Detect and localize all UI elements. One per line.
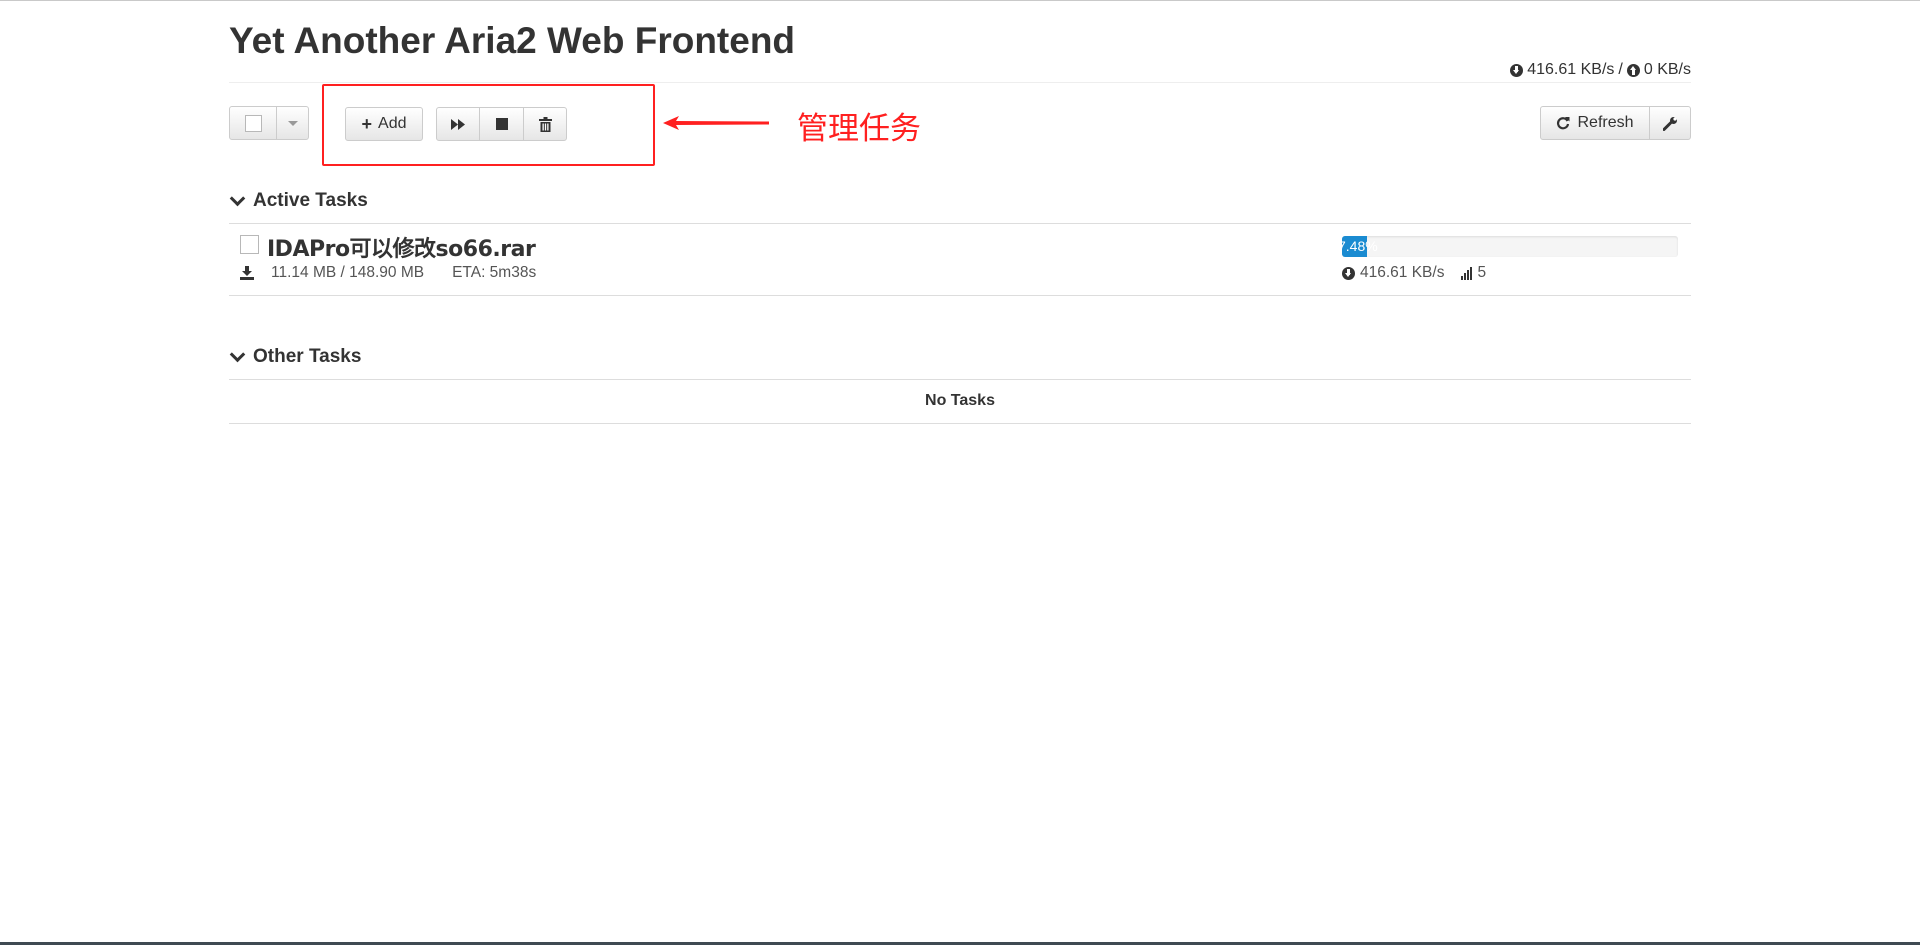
divider: [229, 295, 1691, 296]
global-upload-speed: 0 KB/s: [1643, 61, 1691, 78]
caret-down-icon: [287, 120, 298, 126]
refresh-icon: [1557, 117, 1570, 130]
signal-icon: [1461, 266, 1473, 280]
download-speed-icon: [1510, 63, 1524, 77]
divider: [229, 423, 1691, 424]
other-tasks-heading[interactable]: Other Tasks: [229, 346, 361, 368]
global-download-speed: 416.61 KB/s: [1527, 61, 1615, 78]
task-name: IDAPro可以修改so66.rar: [267, 237, 536, 262]
select-all-dropdown[interactable]: [229, 106, 309, 140]
task-progress-bar: 7.48%: [1342, 236, 1678, 257]
select-menu-toggle[interactable]: [277, 107, 308, 139]
page-header: Yet Another Aria2 Web Frontend 416.61 KB…: [229, 0, 1691, 83]
select-all-checkbox[interactable]: [244, 114, 262, 132]
upload-speed-icon: [1626, 63, 1640, 77]
task-meta: 11.14 MB / 148.90 MB ETA: 5m38s: [240, 264, 536, 282]
task-size: 11.14 MB / 148.90 MB: [271, 264, 425, 281]
task-row[interactable]: IDAPro可以修改so66.rar 11.14 MB / 148.90 MB …: [229, 224, 1691, 295]
active-tasks-title: Active Tasks: [253, 190, 368, 211]
add-button-label: Add: [378, 115, 407, 132]
task-download-speed: 416.61 KB/s: [1360, 264, 1445, 281]
annotation-label: 管理任务: [797, 111, 921, 147]
divider: [229, 379, 1691, 380]
refresh-button[interactable]: Refresh: [1540, 106, 1650, 140]
task-eta: ETA: 5m38s: [452, 264, 537, 281]
task-speed: 416.61 KB/s 5: [1342, 264, 1486, 282]
task-checkbox[interactable]: [240, 235, 259, 254]
pause-button[interactable]: [479, 107, 524, 141]
other-tasks-title: Other Tasks: [253, 346, 362, 367]
chevron-down-icon: [229, 190, 246, 207]
chevron-down-icon: [229, 346, 246, 363]
download-speed-icon: [1342, 266, 1355, 280]
refresh-button-label: Refresh: [1577, 114, 1634, 131]
trash-icon: [538, 116, 552, 132]
remove-button[interactable]: [523, 107, 567, 141]
active-tasks-heading[interactable]: Active Tasks: [229, 190, 368, 212]
speed-separator: /: [1618, 61, 1623, 78]
settings-button[interactable]: [1649, 106, 1691, 140]
download-icon: [240, 266, 254, 280]
task-progress-fill: 7.48%: [1342, 236, 1378, 257]
stop-icon: [495, 118, 508, 130]
start-button[interactable]: [436, 107, 480, 141]
select-all-checkbox-area[interactable]: [230, 107, 277, 139]
main-container: Yet Another Aria2 Web Frontend 416.61 KB…: [229, 0, 1691, 424]
wrench-icon: [1662, 116, 1677, 131]
fast-forward-icon: [451, 118, 465, 130]
page-title: Yet Another Aria2 Web Frontend: [229, 20, 796, 61]
add-button[interactable]: + Add: [345, 107, 423, 141]
empty-tasks-message: No Tasks: [925, 392, 995, 409]
plus-icon: +: [361, 114, 373, 134]
annotation-arrow: [663, 116, 769, 130]
task-connections: 5: [1477, 264, 1487, 281]
global-speed: 416.61 KB/s / 0 KB/s: [1510, 61, 1691, 79]
